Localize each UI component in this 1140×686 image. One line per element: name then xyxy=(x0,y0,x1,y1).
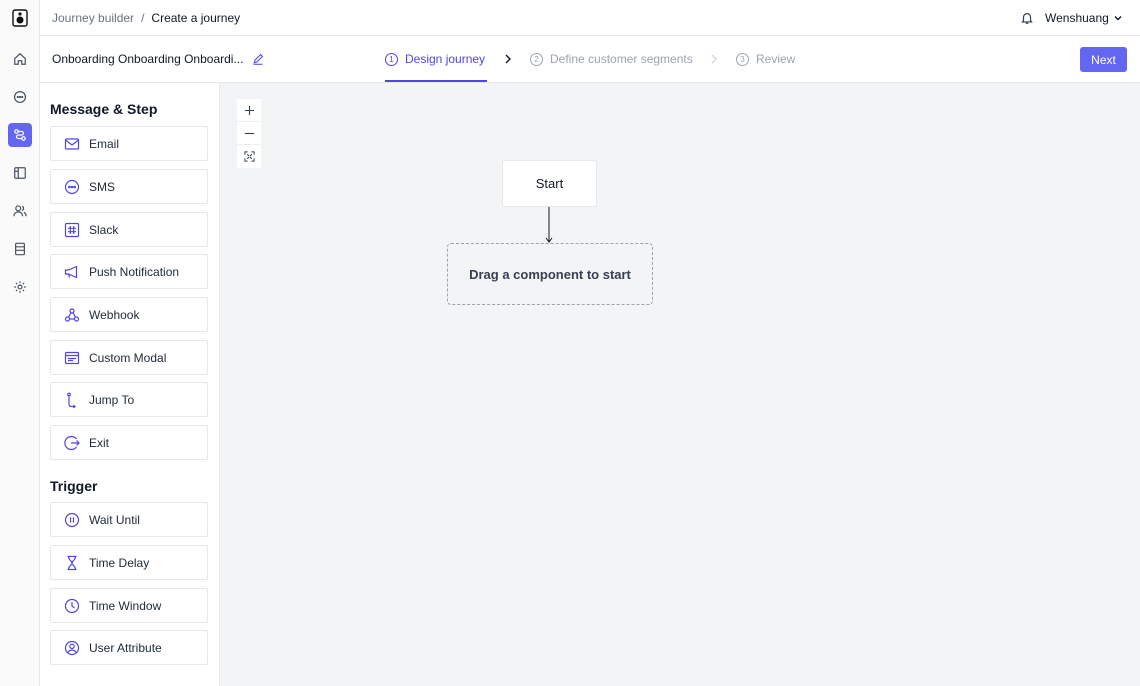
breadcrumb: Journey builder / Create a journey xyxy=(52,11,240,25)
megaphone-icon xyxy=(64,264,80,280)
rail-settings-icon[interactable] xyxy=(8,275,32,299)
rail-template-icon[interactable] xyxy=(8,161,32,185)
rail-users-icon[interactable] xyxy=(8,199,32,223)
component-label: Time Delay xyxy=(89,555,150,570)
pause-circle-icon xyxy=(64,512,80,528)
rail-home-icon[interactable] xyxy=(8,47,32,71)
component-push-notification[interactable]: Push Notification xyxy=(50,254,208,289)
minus-icon xyxy=(244,132,254,134)
edit-icon[interactable] xyxy=(252,53,264,65)
journey-canvas[interactable]: Start Drag a component to start xyxy=(221,83,1140,686)
breadcrumb-root[interactable]: Journey builder xyxy=(52,11,134,25)
chevron-right-icon xyxy=(505,54,511,64)
component-webhook[interactable]: Webhook xyxy=(50,297,208,332)
component-time-delay[interactable]: Time Delay xyxy=(50,545,208,580)
slack-icon xyxy=(64,222,80,238)
zoom-in-button[interactable] xyxy=(237,99,261,122)
chevron-down-icon xyxy=(1114,16,1122,21)
step-number: 1 xyxy=(385,52,398,66)
component-label: Exit xyxy=(89,435,110,450)
component-label: Jump To xyxy=(89,392,135,407)
sms-icon xyxy=(64,179,80,195)
section-title-message: Message & Step xyxy=(50,101,158,117)
plus-icon xyxy=(244,105,254,115)
component-sms[interactable]: SMS xyxy=(50,169,208,204)
connector-arrow xyxy=(545,207,553,243)
component-time-window[interactable]: Time Window xyxy=(50,588,208,623)
component-panel: Message & Step Email SMS Slack Push Noti… xyxy=(40,83,220,686)
next-button[interactable]: Next xyxy=(1080,47,1127,72)
component-label: Custom Modal xyxy=(89,350,167,365)
tab-define-customer-segments[interactable]: 2 Define customer segments xyxy=(530,52,693,66)
component-wait-until[interactable]: Wait Until xyxy=(50,502,208,537)
component-jump-to[interactable]: Jump To xyxy=(50,382,208,417)
step-number: 2 xyxy=(530,52,543,66)
rail-chat-icon[interactable] xyxy=(8,85,32,109)
top-bar: Journey builder / Create a journey Wensh… xyxy=(40,0,1140,36)
zoom-out-button[interactable] xyxy=(237,122,261,145)
breadcrumb-current: Create a journey xyxy=(151,11,241,25)
exit-icon xyxy=(64,435,80,451)
journey-name: Onboarding Onboarding Onboardi... xyxy=(52,52,244,66)
fit-view-button[interactable] xyxy=(237,145,261,168)
component-slack[interactable]: Slack xyxy=(50,212,208,247)
modal-icon xyxy=(64,350,80,366)
left-rail xyxy=(0,0,40,686)
step-label: Define customer segments xyxy=(550,52,693,66)
component-exit[interactable]: Exit xyxy=(50,425,208,460)
hourglass-icon xyxy=(64,555,80,571)
component-label: Wait Until xyxy=(89,512,140,527)
component-label: Webhook xyxy=(89,307,140,322)
component-custom-modal[interactable]: Custom Modal xyxy=(50,340,208,375)
jump-icon xyxy=(64,392,80,408)
component-label: Time Window xyxy=(89,598,162,613)
component-label: Email xyxy=(89,136,120,151)
step-number: 3 xyxy=(736,52,749,66)
section-title-trigger: Trigger xyxy=(50,478,98,494)
rail-database-icon[interactable] xyxy=(8,237,32,261)
bell-icon[interactable] xyxy=(1020,11,1034,25)
start-node[interactable]: Start xyxy=(502,160,597,207)
component-label: Slack xyxy=(89,222,119,237)
user-circle-icon xyxy=(64,640,80,656)
tab-review[interactable]: 3 Review xyxy=(736,52,795,66)
fit-screen-icon xyxy=(243,151,255,162)
clock-icon xyxy=(64,598,80,614)
component-user-attribute[interactable]: User Attribute xyxy=(50,630,208,665)
webhook-icon xyxy=(64,307,80,323)
active-step-underline xyxy=(385,80,487,82)
step-label: Review xyxy=(756,52,796,66)
drop-zone[interactable]: Drag a component to start xyxy=(447,243,653,305)
breadcrumb-separator: / xyxy=(141,11,145,25)
component-label: User Attribute xyxy=(89,640,162,655)
email-icon xyxy=(64,136,80,152)
component-label: SMS xyxy=(89,179,116,194)
rail-journey-icon[interactable] xyxy=(8,123,32,147)
user-name: Wenshuang xyxy=(1045,11,1109,25)
logo-icon[interactable] xyxy=(12,9,28,27)
journey-toolbar: Onboarding Onboarding Onboardi... 1 Desi… xyxy=(40,36,1140,83)
component-email[interactable]: Email xyxy=(50,126,208,161)
chevron-right-icon xyxy=(711,54,717,64)
user-menu[interactable]: Wenshuang xyxy=(1045,11,1123,25)
tab-design-journey[interactable]: 1 Design journey xyxy=(385,52,485,66)
step-label: Design journey xyxy=(405,52,486,66)
component-label: Push Notification xyxy=(89,264,180,279)
